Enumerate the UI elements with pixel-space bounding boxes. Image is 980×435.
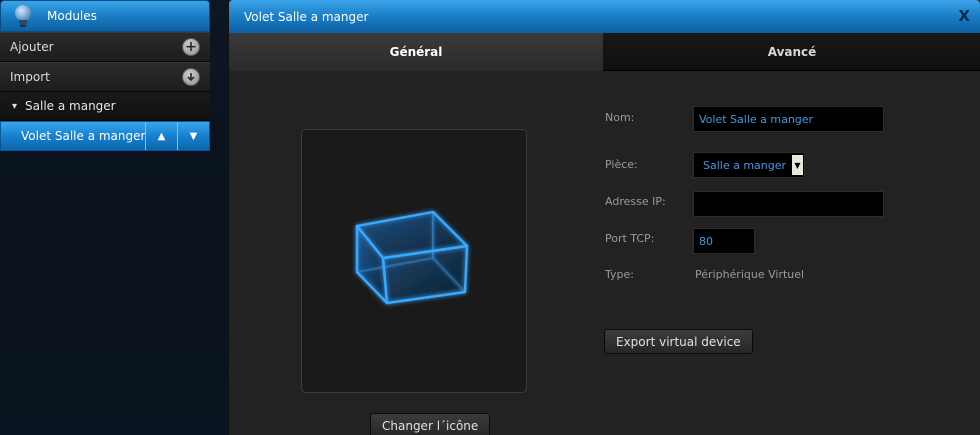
name-field[interactable]: Volet Salle a manger: [693, 106, 884, 132]
tab-content-general: Changer l´icône Nom: Volet Salle a mange…: [229, 71, 980, 435]
sidebar-header[interactable]: Modules: [0, 0, 210, 32]
window-titlebar: Volet Salle a manger X: [229, 0, 980, 33]
sidebar-item-volet-salle-a-manger[interactable]: Volet Salle a manger ▲ ▼: [0, 121, 210, 151]
room-label: Pièce:: [605, 158, 638, 171]
ip-field[interactable]: [693, 191, 884, 217]
move-up-icon[interactable]: ▲: [145, 122, 177, 150]
tab-advanced[interactable]: Avancé: [603, 33, 980, 71]
room-select[interactable]: Salle a manger ▼: [693, 152, 805, 178]
sidebar-item-import[interactable]: Import: [0, 62, 210, 92]
sidebar-title: Modules: [47, 9, 97, 23]
modules-sidebar: Modules Ajouter + Import ▾ Salle a mange…: [0, 0, 210, 435]
name-label: Nom:: [605, 111, 635, 124]
cube-icon: [355, 210, 469, 305]
lightbulb-icon: [15, 5, 31, 27]
move-down-icon[interactable]: ▼: [177, 122, 209, 150]
tab-bar: Général Avancé: [229, 33, 980, 71]
export-virtual-device-button[interactable]: Export virtual device: [604, 329, 753, 354]
window-title: Volet Salle a manger: [244, 9, 369, 24]
plus-circle-icon[interactable]: +: [182, 38, 200, 56]
sidebar-group-label: Salle a manger: [25, 99, 116, 113]
tab-general[interactable]: Général: [229, 33, 603, 71]
type-value: Périphérique Virtuel: [695, 268, 805, 281]
module-window: Volet Salle a manger X Général Avancé Ch…: [228, 0, 980, 435]
room-select-value: Salle a manger: [703, 158, 787, 172]
change-icon-button[interactable]: Changer l´icône: [370, 413, 491, 435]
type-label: Type:: [605, 268, 634, 281]
port-label: Port TCP:: [605, 232, 655, 245]
download-circle-icon[interactable]: [182, 68, 200, 86]
ip-label: Adresse IP:: [605, 195, 666, 208]
sidebar-item-ajouter[interactable]: Ajouter +: [0, 32, 210, 62]
chevron-down-icon[interactable]: ▼: [792, 155, 803, 175]
sidebar-item-label: Import: [10, 70, 50, 84]
sidebar-item-label: Ajouter: [10, 40, 54, 54]
sidebar-group-salle-a-manger[interactable]: ▾ Salle a manger: [0, 92, 210, 121]
device-icon-preview: [301, 129, 527, 393]
sidebar-item-label: Volet Salle a manger: [21, 129, 146, 143]
close-icon[interactable]: X: [958, 7, 970, 25]
chevron-down-icon: ▾: [12, 100, 18, 112]
port-field[interactable]: 80: [693, 228, 755, 254]
